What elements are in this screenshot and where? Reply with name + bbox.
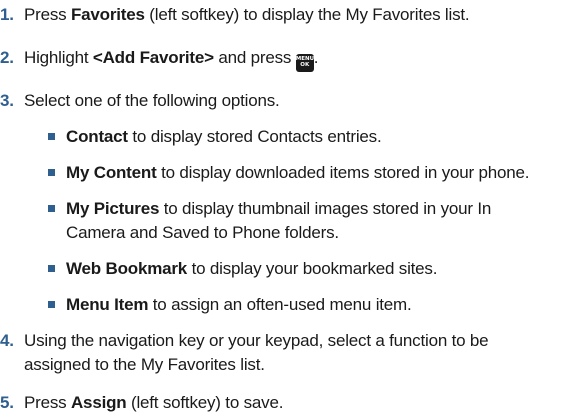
step-text: Press Assign (left softkey) to save. [24, 393, 284, 412]
bullet-marker [48, 169, 55, 176]
step-number: 4. [0, 331, 14, 350]
softkey-name: Favorites [70, 5, 145, 24]
step-text: Highlight <Add Favorite> and press MENU O… [24, 46, 318, 72]
step-text: assigned to the My Favorites list. [24, 355, 265, 374]
menu-option-name: <Add Favorite> [92, 48, 214, 67]
step-text: Using the navigation key or your keypad,… [24, 331, 489, 350]
step-text: Press Favorites (left softkey) to displa… [24, 5, 470, 24]
step-number: 1. [0, 5, 14, 24]
step-number: 3. [0, 91, 14, 110]
menu-ok-key-icon: MENU OK [295, 53, 314, 72]
instructions-document: 1. Press Favorites (left softkey) to dis… [0, 5, 530, 412]
bullet-marker [48, 205, 55, 212]
bullet-marker [48, 265, 55, 272]
option-name: Web Bookmark [66, 259, 188, 278]
step-number: 5. [0, 393, 14, 412]
bullet-marker [48, 133, 55, 140]
option-name: Menu Item [66, 295, 149, 314]
step-text: Select one of the following options. [24, 91, 280, 110]
softkey-name: Assign [70, 393, 127, 412]
bullet-marker [48, 301, 55, 308]
option-name: My Pictures [66, 199, 160, 218]
step-number: 2. [0, 48, 14, 67]
option-name: My Content [66, 163, 157, 182]
option-name: Contact [66, 127, 128, 146]
